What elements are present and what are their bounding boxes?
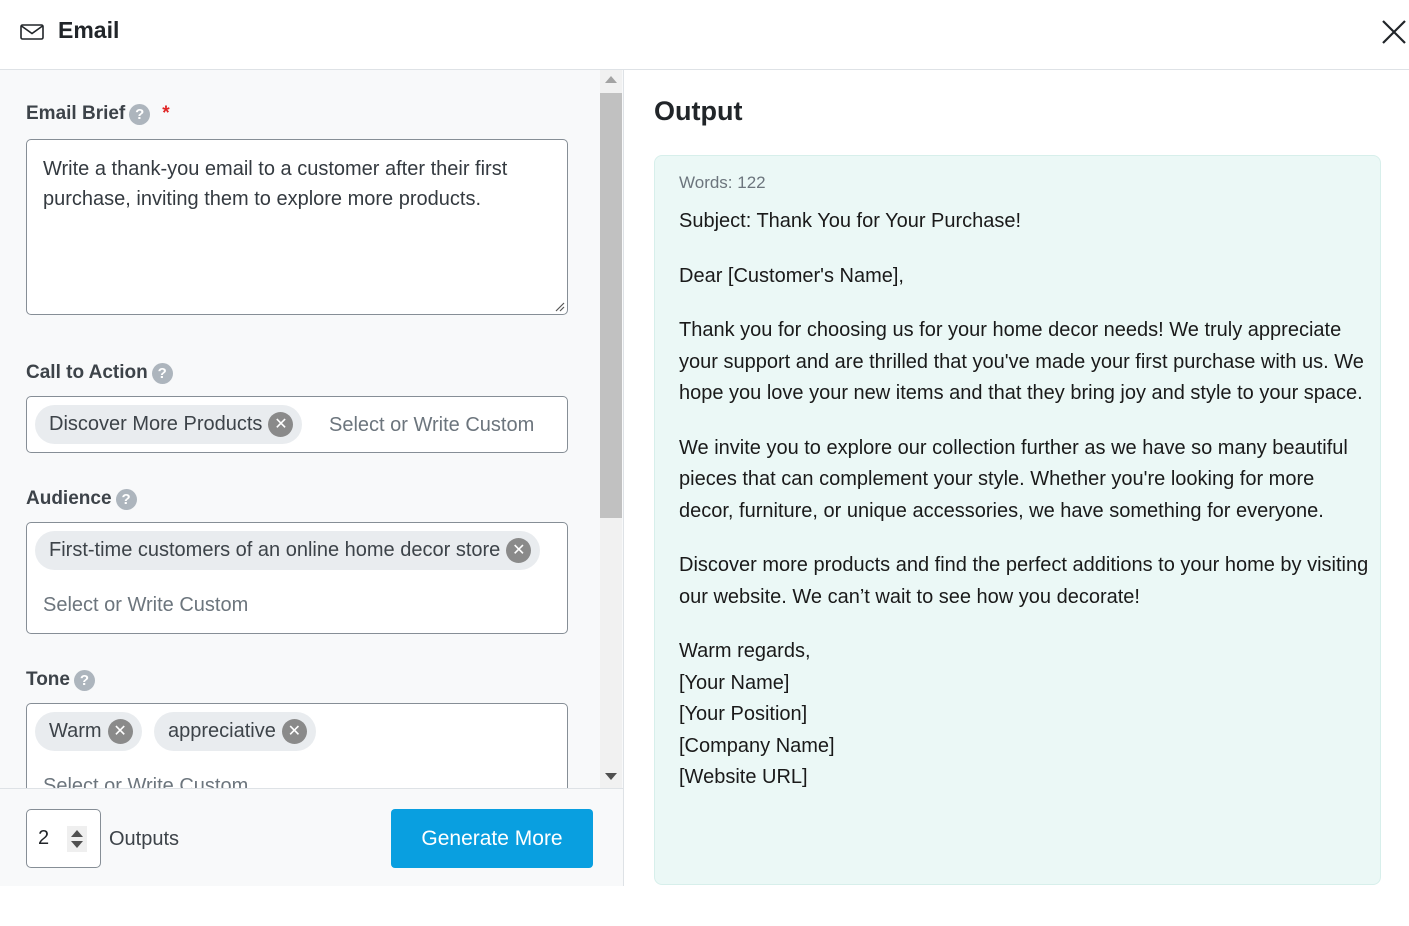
required-marker: * [162, 103, 170, 124]
scrollbar-thumb[interactable] [600, 93, 622, 518]
help-icon[interactable]: ? [73, 669, 95, 691]
scroll-down-icon[interactable] [605, 773, 617, 780]
word-count: Words: 122 [679, 173, 766, 192]
increment-icon[interactable] [71, 830, 83, 837]
remove-tag-icon[interactable]: ✕ [281, 719, 307, 744]
tag-chip: Warm ✕ [35, 712, 142, 751]
audience-input[interactable]: First-time customers of an online home d… [26, 522, 568, 634]
mail-icon [20, 24, 44, 40]
form-footer: 2 Outputs Generate More [0, 788, 623, 886]
decrement-icon[interactable] [71, 841, 83, 848]
close-icon[interactable] [1380, 18, 1408, 46]
call-to-action-placeholder[interactable]: Select or Write Custom [329, 414, 534, 437]
tone-label: Tone ? [26, 669, 95, 691]
modal-title: Email [58, 17, 120, 43]
remove-tag-icon[interactable]: ✕ [268, 412, 294, 437]
form-scroll-area: Email Brief ? * Write a thank-you email … [0, 70, 600, 788]
input-panel: Email Brief ? * Write a thank-you email … [0, 70, 624, 886]
tone-input[interactable]: Warm ✕ appreciative ✕ Select or Write Cu… [26, 703, 568, 788]
scroll-up-icon[interactable] [605, 76, 617, 83]
email-signature: Warm regards, [Your Name] [Your Position… [679, 636, 1369, 794]
audience-label: Audience ? [26, 488, 137, 510]
email-paragraph: Thank you for choosing us for your home … [679, 319, 1364, 404]
tag-chip: First-time customers of an online home d… [35, 531, 541, 570]
remove-tag-icon[interactable]: ✕ [107, 719, 133, 744]
remove-tag-icon[interactable]: ✕ [506, 538, 532, 563]
email-paragraph: Dear [Customer's Name], [679, 264, 904, 287]
signature-line: [Company Name] [679, 734, 835, 757]
resize-handle-icon[interactable] [553, 300, 565, 312]
signature-line: [Your Position] [679, 703, 808, 725]
output-title: Output [654, 96, 743, 126]
call-to-action-label: Call to Action ? [26, 362, 173, 384]
help-icon[interactable]: ? [129, 103, 151, 125]
signature-line: [Website URL] [679, 766, 808, 788]
email-brief-textarea[interactable]: Write a thank-you email to a customer af… [26, 139, 568, 315]
output-card: Words: 122 Subject: Thank You for Your P… [654, 155, 1381, 885]
modal-header: Email [0, 0, 1409, 70]
outputs-value[interactable]: 2 [38, 827, 49, 850]
help-icon[interactable]: ? [115, 488, 137, 510]
tag-chip: Discover More Products ✕ [35, 405, 303, 444]
email-output-text: Subject: Thank You for Your Purchase! De… [679, 206, 1369, 794]
email-paragraph: Subject: Thank You for Your Purchase! [679, 210, 1022, 232]
signature-line: Warm regards, [679, 640, 811, 662]
tag-chip: appreciative ✕ [154, 712, 316, 751]
audience-placeholder[interactable]: Select or Write Custom [43, 594, 248, 617]
email-paragraph: Discover more products and find the perf… [679, 554, 1369, 608]
outputs-label: Outputs [109, 828, 180, 850]
call-to-action-input[interactable]: Discover More Products ✕ Select or Write… [26, 396, 568, 453]
stepper-buttons[interactable] [67, 826, 87, 852]
help-icon[interactable]: ? [151, 362, 173, 384]
email-paragraph: We invite you to explore our collection … [679, 436, 1348, 522]
email-brief-label: Email Brief ? * [26, 103, 170, 125]
signature-line: [Your Name] [679, 671, 790, 694]
generate-more-button[interactable]: Generate More [391, 809, 593, 868]
form-scrollbar[interactable] [600, 70, 622, 788]
tone-placeholder[interactable]: Select or Write Custom [43, 775, 248, 788]
outputs-stepper[interactable]: 2 [26, 809, 101, 868]
